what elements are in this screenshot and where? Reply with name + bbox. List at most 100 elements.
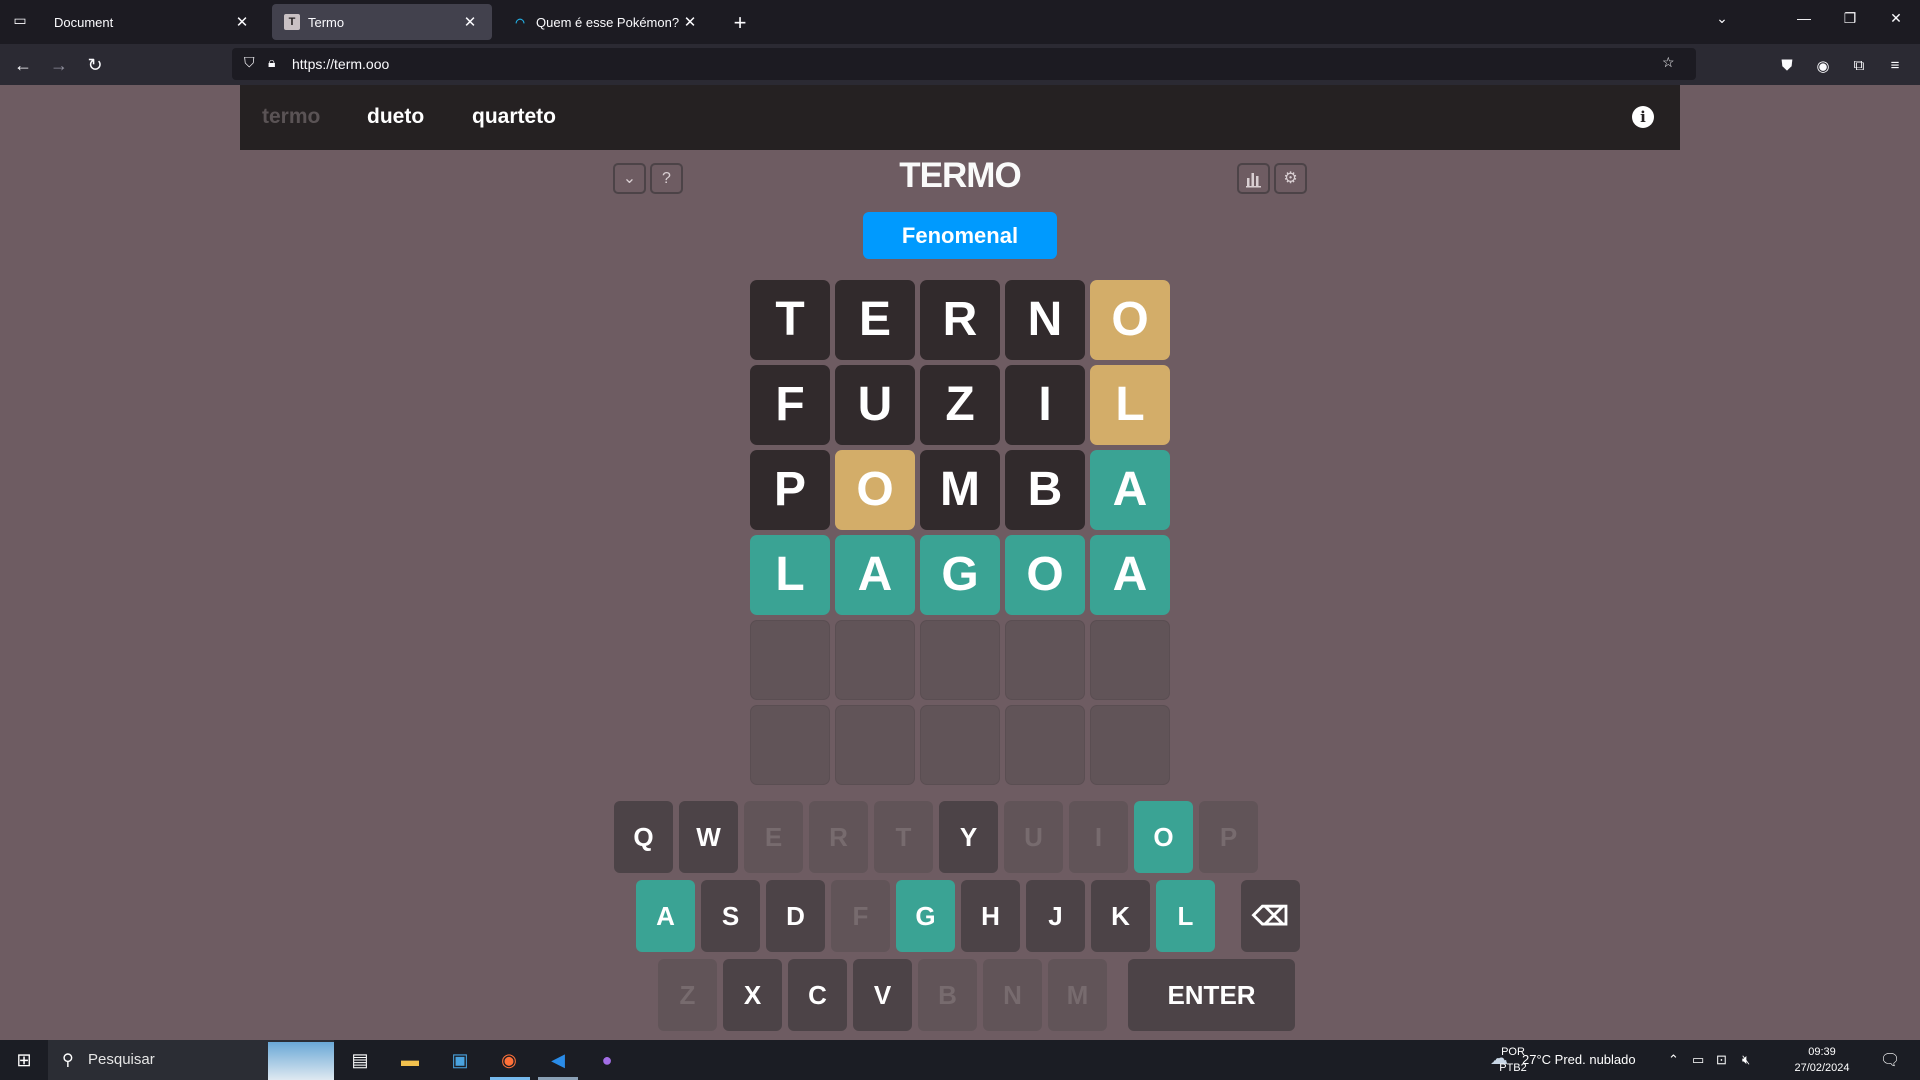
board-tile[interactable] [920, 705, 1000, 785]
forward-button[interactable]: → [46, 52, 72, 78]
minimize-button[interactable]: — [1784, 10, 1824, 26]
board-tile[interactable] [1005, 705, 1085, 785]
site-header: termo dueto quarteto i [240, 85, 1680, 150]
notifications-icon[interactable]: 🗨︎ [1880, 1050, 1900, 1070]
search-placeholder: Pesquisar [88, 1051, 155, 1068]
search-icon: ⚲ [62, 1052, 74, 1069]
key-c[interactable]: C [788, 959, 847, 1031]
key-k[interactable]: K [1091, 880, 1150, 952]
key-i[interactable]: I [1069, 801, 1128, 873]
key-s[interactable]: S [701, 880, 760, 952]
close-icon[interactable]: ✕ [680, 13, 700, 31]
new-tab-button[interactable]: + [728, 10, 752, 36]
board-tile: T [750, 280, 830, 360]
lang-code: POR [1501, 1046, 1525, 1058]
lock-icon[interactable]: 🔒︎ [268, 54, 275, 71]
weather-text[interactable]: 27°C Pred. nublado [1522, 1052, 1636, 1067]
file-explorer-icon[interactable]: ▬ [398, 1048, 422, 1072]
volume-muted-icon[interactable]: 🔇︎ [1742, 1052, 1750, 1068]
tab-pokemon[interactable]: ◠ Quem é esse Pokémon? | Monk ✕ [500, 4, 712, 40]
termo-favicon-icon: T [284, 14, 300, 30]
key-p[interactable]: P [1199, 801, 1258, 873]
key-w[interactable]: W [679, 801, 738, 873]
board-tile[interactable] [1090, 620, 1170, 700]
language-indicator[interactable]: POR PTB2 [1496, 1044, 1530, 1076]
key-a[interactable]: A [636, 880, 695, 952]
system-clock[interactable]: 09:39 27/02/2024 [1782, 1044, 1862, 1076]
vscode-icon[interactable]: ◀ [546, 1048, 570, 1072]
reload-button[interactable]: ↻ [82, 52, 108, 78]
key-z[interactable]: Z [658, 959, 717, 1031]
board-tile: L [750, 535, 830, 615]
tab-overflow-chevron-icon[interactable]: ⌄ [1702, 10, 1742, 27]
key-j[interactable]: J [1026, 880, 1085, 952]
key-g[interactable]: G [896, 880, 955, 952]
tab-list-icon[interactable]: ▭ [8, 12, 32, 32]
mode-termo-link[interactable]: termo [262, 105, 320, 129]
key-x[interactable]: X [723, 959, 782, 1031]
info-icon[interactable]: i [1632, 106, 1654, 128]
key-r[interactable]: R [809, 801, 868, 873]
backspace-key[interactable]: ⌫ [1241, 880, 1300, 952]
github-desktop-icon[interactable]: ● [595, 1048, 619, 1072]
board-tile: N [1005, 280, 1085, 360]
close-window-button[interactable]: ✕ [1876, 10, 1916, 27]
enter-key[interactable]: ENTER [1128, 959, 1295, 1031]
meet-icon[interactable]: ▭ [1692, 1052, 1704, 1068]
mode-quarteto-link[interactable]: quarteto [472, 105, 556, 129]
key-t[interactable]: T [874, 801, 933, 873]
menu-icon[interactable]: ≡ [1884, 57, 1906, 74]
settings-button[interactable]: ⚙ [1274, 163, 1307, 194]
stats-button[interactable] [1237, 163, 1270, 194]
board-tile[interactable] [835, 620, 915, 700]
browser-nav-bar: ← → ↻ ⛉ 🔒︎ https://term.ooo ☆ ⛊ ◉ ⧉ ≡ [0, 44, 1920, 85]
board-tile[interactable] [1005, 620, 1085, 700]
address-bar[interactable]: ⛉ 🔒︎ https://term.ooo ☆ [232, 48, 1696, 80]
key-y[interactable]: Y [939, 801, 998, 873]
key-o[interactable]: O [1134, 801, 1193, 873]
board-tile: E [835, 280, 915, 360]
key-n[interactable]: N [983, 959, 1042, 1031]
extensions-icon[interactable]: ⧉ [1848, 57, 1870, 74]
tab-termo[interactable]: T Termo ✕ [272, 4, 492, 40]
key-f[interactable]: F [831, 880, 890, 952]
firefox-icon[interactable]: ◉ [497, 1048, 521, 1072]
tab-document[interactable]: Document ✕ [42, 4, 264, 40]
key-e[interactable]: E [744, 801, 803, 873]
key-v[interactable]: V [853, 959, 912, 1031]
close-icon[interactable]: ✕ [232, 13, 252, 31]
board-tile[interactable] [750, 620, 830, 700]
board-tile: O [1005, 535, 1085, 615]
chevron-down-button[interactable]: ⌄ [613, 163, 646, 194]
board-tile[interactable] [835, 705, 915, 785]
back-button[interactable]: ← [10, 52, 36, 78]
board-tile: O [1090, 280, 1170, 360]
task-view-icon[interactable]: ▤ [348, 1048, 372, 1072]
restore-button[interactable]: ❐ [1830, 10, 1870, 27]
close-icon[interactable]: ✕ [460, 13, 480, 31]
clock-time: 09:39 [1808, 1046, 1836, 1058]
network-icon[interactable]: ⊡ [1716, 1052, 1727, 1068]
key-u[interactable]: U [1004, 801, 1063, 873]
key-q[interactable]: Q [614, 801, 673, 873]
account-icon[interactable]: ◉ [1812, 57, 1834, 75]
bar-chart-icon [1245, 173, 1261, 188]
bookmark-star-icon[interactable]: ☆ [1662, 54, 1675, 71]
key-b[interactable]: B [918, 959, 977, 1031]
tray-chevron-icon[interactable]: ⌃ [1668, 1052, 1679, 1068]
shield-icon[interactable]: ⛉ [244, 54, 255, 71]
board-tile[interactable] [750, 705, 830, 785]
board-tile[interactable] [920, 620, 1000, 700]
windows-start-icon[interactable]: ⊞ [12, 1048, 36, 1072]
key-d[interactable]: D [766, 880, 825, 952]
pocket-icon[interactable]: ⛊ [1776, 57, 1798, 74]
store-icon[interactable]: ▣ [448, 1048, 472, 1072]
monkeytype-favicon-icon: ◠ [515, 16, 525, 29]
help-button[interactable]: ? [650, 163, 683, 194]
url-text[interactable]: https://term.ooo [292, 56, 389, 72]
key-l[interactable]: L [1156, 880, 1215, 952]
key-h[interactable]: H [961, 880, 1020, 952]
mode-dueto-link[interactable]: dueto [367, 105, 424, 129]
board-tile[interactable] [1090, 705, 1170, 785]
key-m[interactable]: M [1048, 959, 1107, 1031]
